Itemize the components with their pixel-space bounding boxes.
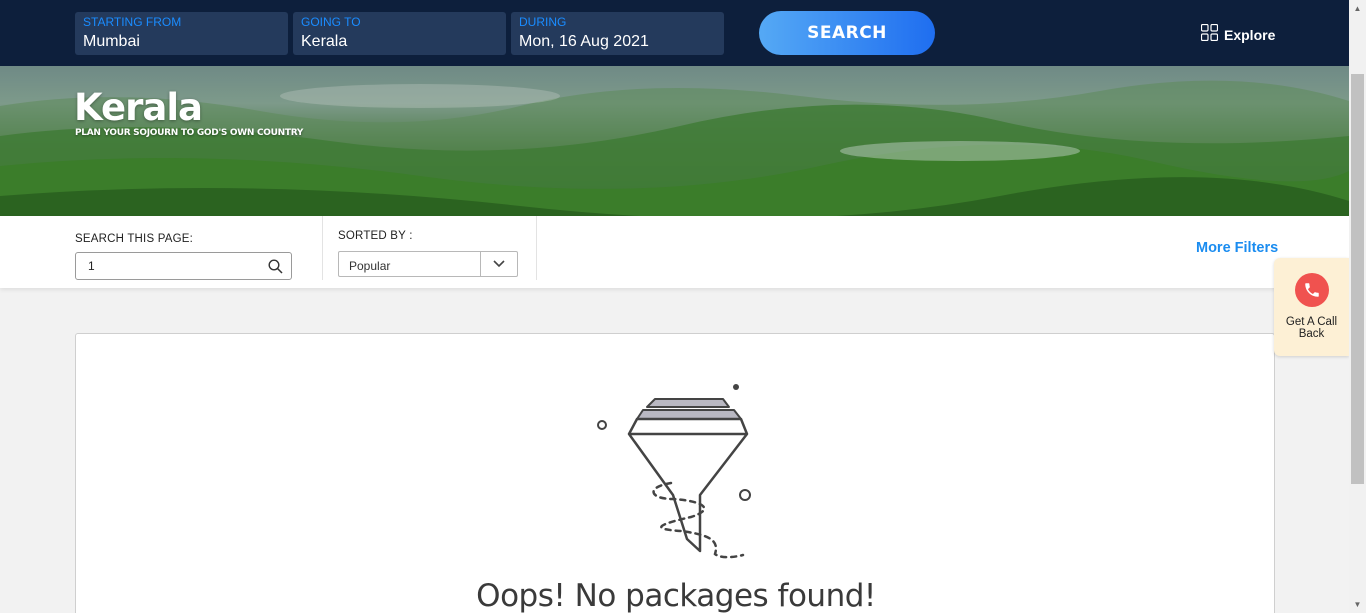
going-to-value: Kerala xyxy=(301,33,348,50)
search-button[interactable]: SEARCH xyxy=(759,11,935,55)
sorted-by-label: SORTED BY : xyxy=(338,230,413,242)
sort-value: Popular xyxy=(349,259,391,273)
starting-from-value: Mumbai xyxy=(83,33,140,50)
going-to-field[interactable]: GOING TO Kerala xyxy=(293,12,506,55)
call-back-label: Get A Call Back xyxy=(1285,316,1338,340)
results-card: Oops! No packages found! xyxy=(75,333,1275,613)
search-icon[interactable] xyxy=(268,259,283,279)
filter-divider xyxy=(536,216,537,280)
explore-link[interactable]: Explore xyxy=(1200,23,1276,46)
hero-banner: Kerala PLAN YOUR SOJOURN TO GOD'S OWN CO… xyxy=(0,66,1349,216)
more-filters-link[interactable]: More Filters xyxy=(1196,240,1278,256)
starting-from-label: STARTING FROM xyxy=(83,15,182,29)
going-to-label: GOING TO xyxy=(301,15,361,29)
during-field[interactable]: DURING Mon, 16 Aug 2021 xyxy=(511,12,724,55)
search-page-input[interactable] xyxy=(88,253,268,279)
funnel-icon xyxy=(591,379,771,569)
scroll-down-arrow-icon[interactable]: ▼ xyxy=(1349,596,1366,613)
explore-label: Explore xyxy=(1224,27,1276,43)
destination-tagline: PLAN YOUR SOJOURN TO GOD'S OWN COUNTRY xyxy=(75,128,304,138)
during-label: DURING xyxy=(519,15,567,29)
grid-icon xyxy=(1200,23,1219,46)
tea-hills-image xyxy=(0,80,1349,216)
no-packages-message: Oops! No packages found! xyxy=(476,578,876,613)
during-value: Mon, 16 Aug 2021 xyxy=(519,33,649,50)
search-page-box xyxy=(75,252,292,280)
filter-bar: SEARCH THIS PAGE: SORTED BY : Popular Mo… xyxy=(0,216,1349,288)
scroll-up-arrow-icon[interactable]: ▲ xyxy=(1349,0,1366,17)
scrollbar[interactable]: ▲ ▼ xyxy=(1349,0,1366,613)
filter-divider xyxy=(322,216,323,280)
phone-icon xyxy=(1295,273,1329,307)
destination-title: Kerala xyxy=(74,86,203,129)
chevron-down-icon xyxy=(480,252,517,276)
call-back-widget[interactable]: Get A Call Back xyxy=(1274,258,1349,356)
sort-select[interactable]: Popular xyxy=(338,251,518,277)
scrollbar-thumb[interactable] xyxy=(1351,74,1364,484)
search-header: STARTING FROM Mumbai GOING TO Kerala DUR… xyxy=(0,0,1349,66)
starting-from-field[interactable]: STARTING FROM Mumbai xyxy=(75,12,288,55)
search-page-label: SEARCH THIS PAGE: xyxy=(75,233,194,245)
